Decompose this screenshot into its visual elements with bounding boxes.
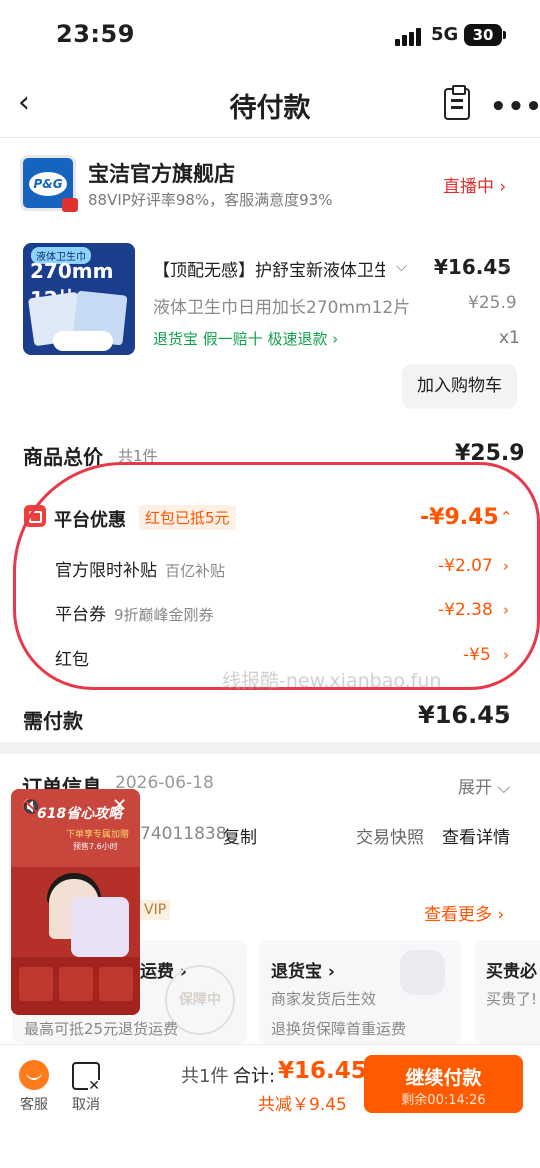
watermark: 线报酷-new.xianbao.fun [222, 670, 442, 692]
pay-countdown: 剩余00:14:26 [401, 1093, 486, 1108]
item-count: 共1件 [181, 1066, 229, 1087]
shield-icon [400, 950, 445, 995]
return-insurance-title: 退货宝 › [271, 962, 335, 982]
product-price: ¥16.45 [434, 255, 512, 279]
product-image[interactable]: 液体卫生巾 270mm 12片 [23, 243, 135, 355]
see-more-link[interactable]: 查看更多 › [424, 900, 504, 925]
amount-due-label: 需付款 [23, 709, 83, 733]
chevron-right-icon[interactable]: › [503, 258, 510, 278]
return-insurance-sub2: 退换货保障首重运费 [271, 1020, 407, 1038]
price-protect-sub: 买贵了! [486, 990, 538, 1008]
battery-icon: 30 [464, 24, 506, 46]
price-protect-title: 买贵必 [486, 962, 537, 982]
chevron-down-icon[interactable]: ⌵ [396, 259, 407, 275]
order-clipboard-icon[interactable] [444, 85, 470, 120]
more-icon[interactable]: ••• [490, 92, 540, 122]
shop-name[interactable]: 宝洁官方旗舰店 [88, 158, 235, 188]
chevron-down-icon: ⌵ [497, 778, 511, 798]
product-spec: 液体卫生巾日用加长270mm12片 [153, 298, 411, 318]
customer-service-label[interactable]: 客服 [20, 1094, 48, 1114]
close-icon[interactable]: ✕ [112, 795, 127, 816]
snapshot-link[interactable]: 交易快照 [356, 823, 424, 848]
continue-pay-button[interactable]: 继续付款 剩余00:14:26 [364, 1055, 523, 1113]
status-time: 23:59 [56, 20, 135, 48]
network-type: 5G [431, 24, 459, 45]
live-video-window[interactable]: 618省心攻略 下单享专属加赠 预售7.6小时 [11, 789, 140, 1015]
sum-label: 合计: [233, 1066, 276, 1087]
amount-due-value: ¥16.45 [418, 701, 511, 729]
chevron-up-icon[interactable]: ⌃ [500, 708, 513, 726]
shop-rating: 88VIP好评率98%，客服满意度93% [88, 191, 333, 209]
signal-icon [395, 28, 423, 46]
order-number: 74011838 [140, 824, 227, 844]
sum-value: ¥16.45 [278, 1058, 367, 1084]
product-original-price: ¥25.9 [468, 293, 517, 313]
view-detail-link[interactable]: 查看详情 [442, 823, 510, 848]
shop-badge-icon [62, 198, 78, 212]
add-to-cart-button[interactable]: 加入购物车 [402, 364, 517, 409]
product-quantity: x1 [499, 328, 520, 348]
copy-button[interactable]: 复制 [223, 823, 257, 848]
cancel-order-icon[interactable]: ✕ [72, 1062, 100, 1093]
freight-note: 最高可抵25元退货运费 [24, 1020, 179, 1038]
mute-icon[interactable]: 🔇 [21, 797, 41, 816]
expand-button[interactable]: 展开 ⌵ [458, 773, 510, 798]
highlight-circle [13, 462, 540, 690]
cancel-label[interactable]: 取消 [72, 1094, 100, 1114]
vip-badge: VIP [140, 900, 171, 920]
pay-label: 继续付款 [405, 1067, 482, 1089]
customer-service-icon[interactable] [19, 1060, 49, 1090]
live-link[interactable]: 直播中 › [443, 172, 506, 197]
return-insurance-sub: 商家发货后生效 [271, 990, 377, 1008]
product-title[interactable]: 【顶配无感】护舒宝新液体卫生巾日用加长 [153, 256, 385, 281]
product-services[interactable]: 退货宝 假一赔十 极速退款 › [153, 328, 338, 349]
saved-amount: 共减￥9.45 [258, 1095, 347, 1115]
